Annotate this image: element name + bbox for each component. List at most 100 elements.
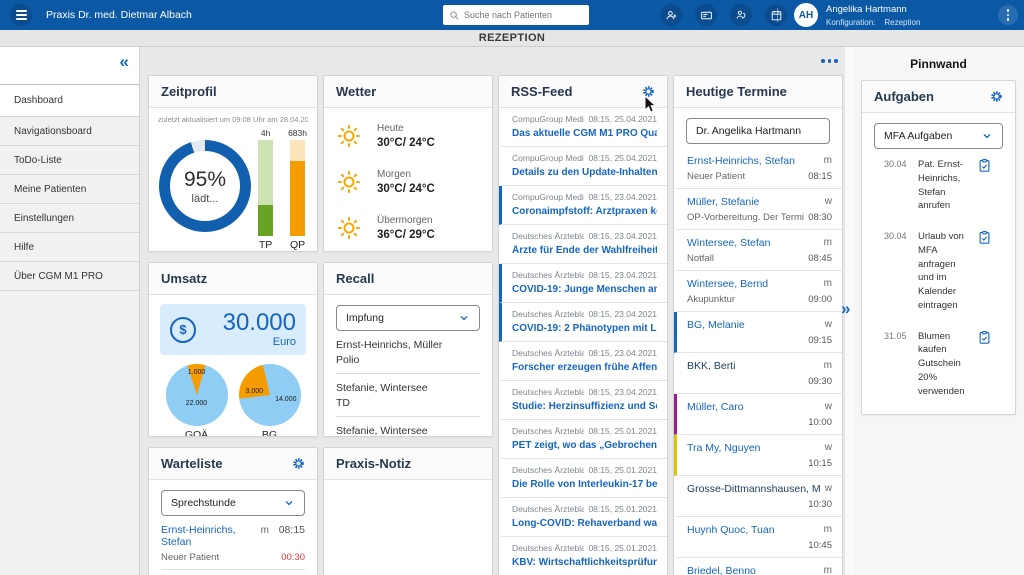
- rss-item[interactable]: Deutsches Ärzteblatt 08:15, 23.04.2021 C…: [499, 303, 667, 342]
- patient-sex: m: [824, 155, 832, 167]
- rss-item[interactable]: CompuGroup Medical 08:15, 25.04.2021 Das…: [499, 108, 667, 147]
- patient-name[interactable]: Tra My, Nguyen: [687, 442, 761, 454]
- appointment-row[interactable]: Ernst-Heinrichs, Stefan m Neuer Patient …: [674, 148, 842, 189]
- rss-headline[interactable]: Long-COVID: Rehaverband warnt vor Eng...: [512, 518, 657, 529]
- patient-sex: m: [247, 525, 269, 536]
- sidebar-item[interactable]: ToDo-Liste: [0, 146, 139, 175]
- appointment-row[interactable]: BKK, Berti m 09:30: [674, 353, 842, 394]
- rss-headline[interactable]: Ärzte für Ende der Wahlfreiheit bei Coro…: [512, 245, 657, 256]
- rss-item[interactable]: Deutsches Ärzteblatt 08:15, 25.01.2021 P…: [499, 420, 667, 459]
- patient-name[interactable]: Briedel, Benno: [687, 565, 756, 575]
- gear-icon[interactable]: [990, 90, 1003, 103]
- sidebar-item[interactable]: Meine Patienten: [0, 175, 139, 204]
- rss-item[interactable]: Deutsches Ärzteblatt 08:15, 23.04.2021 Ä…: [499, 225, 667, 264]
- warteliste-filter-select[interactable]: Sprechstunde: [161, 490, 305, 516]
- rss-headline[interactable]: Forscher erzeugen frühe Affenembryon ...: [512, 362, 657, 373]
- rss-item[interactable]: Deutsches Ärzteblatt 08:15, 23.04.2021 C…: [499, 264, 667, 303]
- rss-item[interactable]: CompuGroup Medical 08:15, 25.04.2021 Det…: [499, 147, 667, 186]
- rss-headline[interactable]: COVID-19: 2 Phänotypen mit Lungenve...: [512, 323, 657, 334]
- patient-name[interactable]: Ernst-Heinrichs, Stefan: [687, 155, 795, 167]
- rss-headline[interactable]: Studie: Herzinsuffizienz und Schlaganfäl…: [512, 401, 657, 412]
- rss-headline[interactable]: Das aktuelle CGM M1 PRO Quartals-Upd...: [512, 128, 657, 139]
- waiting-duration: 00:30: [281, 552, 305, 563]
- appointment-row[interactable]: Huynh Quoc, Tuan m 10:45: [674, 517, 842, 558]
- sidebar-item[interactable]: Hilfe: [0, 233, 139, 262]
- appointment-time: 08:15: [808, 171, 832, 182]
- avatar[interactable]: AH: [794, 3, 818, 27]
- recall-patient: Stefanie, Wintersee: [336, 425, 480, 437]
- warteliste-row[interactable]: Ernst-Heinrichs, Stefan m 08:15 Neuer Pa…: [161, 516, 305, 570]
- patient-name[interactable]: Wintersee, Bernd: [687, 278, 768, 290]
- collapse-sidebar-icon[interactable]: «: [120, 53, 129, 70]
- clipboard-check-icon[interactable]: [977, 330, 993, 399]
- patient-name[interactable]: BKK, Berti: [687, 360, 735, 372]
- gear-icon[interactable]: [642, 85, 655, 98]
- task-row[interactable]: 31.05 Blumen kaufen Gutschein 20% verwen…: [874, 321, 1003, 407]
- patient-name[interactable]: Wintersee, Stefan: [687, 237, 770, 249]
- gear-icon[interactable]: [292, 457, 305, 470]
- appointment-row[interactable]: Müller, Caro w 10:00: [674, 394, 842, 435]
- add-patient-icon[interactable]: [660, 4, 682, 26]
- appointment-desc: Notfall: [687, 253, 714, 264]
- sidebar-item[interactable]: Navigationsboard: [0, 117, 139, 146]
- appointment-row[interactable]: Tra My, Nguyen w 10:15: [674, 435, 842, 476]
- appointment-row[interactable]: Wintersee, Stefan m Notfall 08:45: [674, 230, 842, 271]
- rss-item[interactable]: CompuGroup Medical 08:15, 23.04.2021 Cor…: [499, 186, 667, 225]
- rss-item[interactable]: Deutsches Ärzteblatt 08:15, 25.01.2021 L…: [499, 498, 667, 537]
- appointment-time: 08:30: [808, 212, 832, 223]
- zeitprofil-donut: 95% lädt...: [159, 140, 251, 232]
- kebab-menu-icon[interactable]: [998, 5, 1018, 25]
- recall-row[interactable]: Stefanie, Wintersee Influenza: [336, 417, 480, 437]
- rss-headline[interactable]: KBV: Wirtschaftlichkeitsprüfungen gesetz…: [512, 557, 657, 568]
- rss-item[interactable]: Deutsches Ärzteblatt 08:15, 23.04.2021 F…: [499, 342, 667, 381]
- sidebar-item[interactable]: Einstellungen: [0, 204, 139, 233]
- patient-sex: m: [824, 360, 832, 372]
- recall-row[interactable]: Stefanie, Wintersee TD: [336, 374, 480, 417]
- calendar-icon[interactable]: [765, 4, 787, 26]
- expand-panel-icon[interactable]: »: [841, 300, 850, 317]
- patient-name[interactable]: Müller, Stefanie: [687, 196, 759, 208]
- rss-headline[interactable]: Coronaimpfstoff: Arztpraxen können mi...: [512, 206, 657, 217]
- task-row[interactable]: 30.04 Urlaub von MFA anfragen und im Kal…: [874, 221, 1003, 321]
- sidebar-item[interactable]: Dashboard: [0, 85, 139, 117]
- user-info[interactable]: Angelika Hartmann Konfiguration: Rezepti…: [826, 4, 920, 27]
- patient-sex: w: [825, 319, 832, 331]
- rss-headline[interactable]: COVID-19: Junge Menschen anfällig für...: [512, 284, 657, 295]
- appointment-row[interactable]: BG, Melanie w 09:15: [674, 312, 842, 353]
- doctor-selector[interactable]: Dr. Angelika Hartmann: [686, 118, 830, 144]
- appointment-row[interactable]: Briedel, Benno m 11:15: [674, 558, 842, 575]
- rss-title: RSS-Feed: [511, 84, 572, 99]
- warteliste-row[interactable]: Müller, Stefanie w 08:30: [161, 570, 305, 575]
- appointment-row[interactable]: Grosse-Dittmannshausen, Marie-Lo... w 10…: [674, 476, 842, 517]
- aufgaben-filter-select[interactable]: MFA Aufgaben: [874, 123, 1003, 149]
- card-icon[interactable]: [695, 4, 717, 26]
- rss-headline[interactable]: Die Rolle von Interleukin-17 bei der Ent…: [512, 479, 657, 490]
- appointment-row[interactable]: Wintersee, Bernd m Akupunktur 09:00: [674, 271, 842, 312]
- clipboard-check-icon[interactable]: [977, 158, 993, 213]
- rss-source: Deutsches Ärzteblatt: [512, 270, 584, 280]
- recall-filter-select[interactable]: Impfung: [336, 305, 480, 331]
- search-box[interactable]: [443, 5, 589, 25]
- warteliste-filter-value: Sprechstunde: [171, 497, 236, 509]
- task-row[interactable]: 30.04 Pat. Ernst-Heinrichs, Stefan anruf…: [874, 149, 1003, 221]
- patient-name[interactable]: Grosse-Dittmannshausen, Marie-Lo...: [687, 483, 821, 495]
- more-options-button[interactable]: [821, 59, 838, 63]
- patient-sex: m: [824, 524, 832, 536]
- patient-name[interactable]: Huynh Quoc, Tuan: [687, 524, 775, 536]
- rss-source: Deutsches Ärzteblatt: [512, 309, 584, 319]
- patient-name[interactable]: Müller, Caro: [687, 401, 744, 413]
- rss-headline[interactable]: PET zeigt, wo das „Gebrochene Herz“ i...: [512, 440, 657, 451]
- rss-item[interactable]: Deutsches Ärzteblatt 08:15, 25.01.2021 D…: [499, 459, 667, 498]
- recall-filter-value: Impfung: [346, 312, 384, 324]
- rss-item[interactable]: Deutsches Ärzteblatt 08:15, 25.01.2021 K…: [499, 537, 667, 575]
- search-input[interactable]: [464, 10, 583, 20]
- clipboard-check-icon[interactable]: [977, 230, 993, 313]
- sidebar-item[interactable]: Über CGM M1 PRO: [0, 262, 139, 291]
- rss-item[interactable]: Deutsches Ärzteblatt 08:15, 23.04.2021 S…: [499, 381, 667, 420]
- patient-name[interactable]: BG, Melanie: [687, 319, 745, 331]
- rss-headline[interactable]: Details zu den Update-Inhalten CGM M1...: [512, 167, 657, 178]
- hamburger-menu-button[interactable]: [10, 4, 32, 26]
- recall-row[interactable]: Ernst-Heinrichs, Müller Polio: [336, 331, 480, 374]
- appointment-row[interactable]: Müller, Stefanie w OP-Vorbereitung. Der …: [674, 189, 842, 230]
- doctor-icon[interactable]: [730, 4, 752, 26]
